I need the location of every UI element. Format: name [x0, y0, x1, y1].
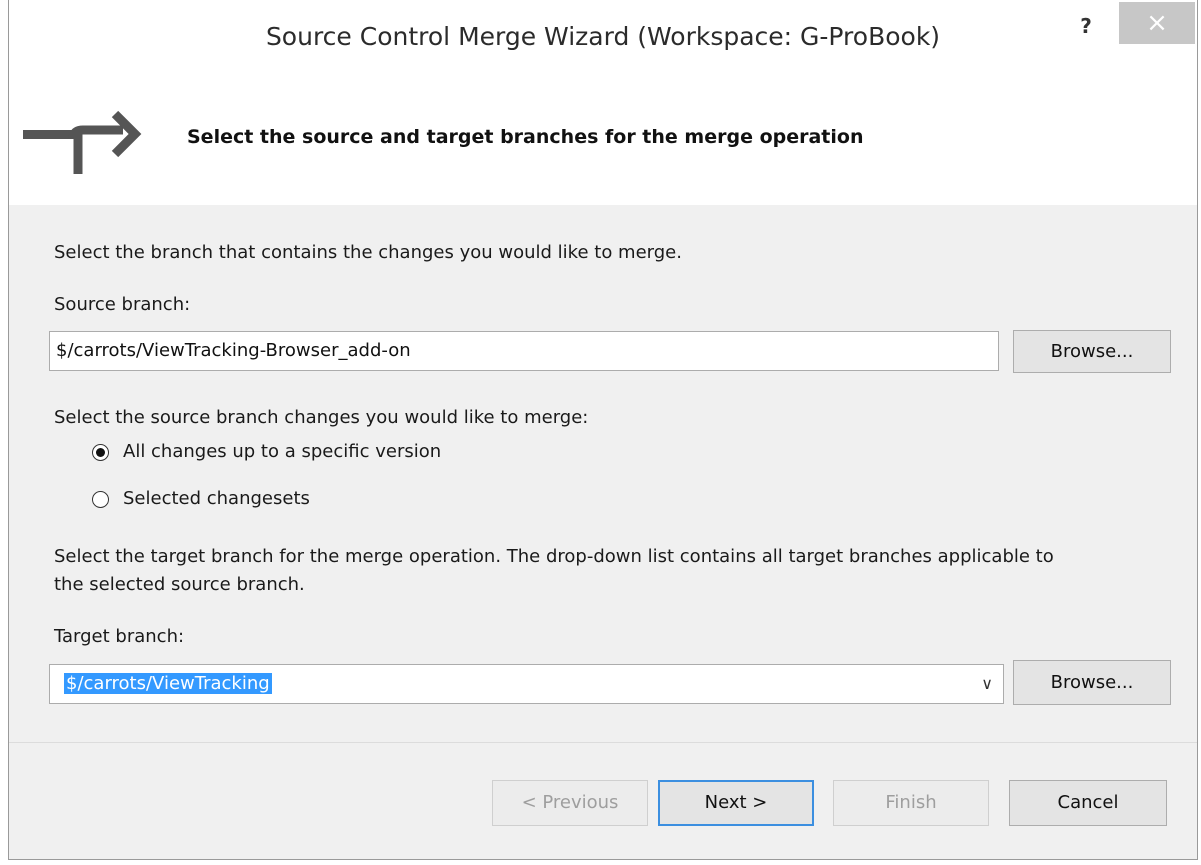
target-browse-button[interactable]: Browse...	[1013, 660, 1171, 705]
target-branch-value: $/carrots/ViewTracking	[64, 673, 272, 694]
target-instruction-line2: the selected source branch.	[54, 574, 305, 595]
title-bar: Source Control Merge Wizard (Workspace: …	[9, 0, 1197, 80]
radio-selected-changesets[interactable]	[92, 491, 109, 508]
target-branch-label: Target branch:	[54, 626, 185, 647]
previous-button[interactable]: < Previous	[492, 780, 648, 826]
source-branch-label: Source branch:	[54, 294, 191, 315]
source-instruction: Select the branch that contains the chan…	[54, 242, 682, 263]
help-button[interactable]: ?	[1071, 12, 1101, 40]
close-button[interactable]: ×	[1119, 2, 1195, 44]
radio-all-changes-label[interactable]: All changes up to a specific version	[123, 441, 441, 462]
target-branch-dropdown[interactable]: $/carrots/ViewTracking ∨	[49, 664, 1004, 704]
radio-selected-dot	[96, 448, 105, 457]
finish-button[interactable]: Finish	[833, 780, 989, 826]
target-instruction-line1: Select the target branch for the merge o…	[54, 546, 1054, 567]
merge-arrow-icon	[23, 110, 142, 174]
wizard-header: Select the source and target branches fo…	[9, 80, 1197, 205]
footer-divider	[9, 742, 1197, 743]
radio-selected-changesets-label[interactable]: Selected changesets	[123, 488, 310, 509]
chevron-down-icon[interactable]: ∨	[981, 665, 993, 703]
merge-wizard-dialog: Source Control Merge Wizard (Workspace: …	[8, 0, 1198, 860]
window-title: Source Control Merge Wizard (Workspace: …	[265, 22, 941, 51]
changes-instruction: Select the source branch changes you wou…	[54, 407, 589, 428]
source-browse-button[interactable]: Browse...	[1013, 330, 1171, 373]
header-instruction: Select the source and target branches fo…	[187, 126, 864, 148]
radio-all-changes[interactable]	[92, 444, 109, 461]
cancel-button[interactable]: Cancel	[1009, 780, 1167, 826]
next-button[interactable]: Next >	[658, 780, 814, 826]
close-icon: ×	[1146, 8, 1168, 38]
source-branch-input[interactable]: $/carrots/ViewTracking-Browser_add-on	[49, 331, 999, 371]
